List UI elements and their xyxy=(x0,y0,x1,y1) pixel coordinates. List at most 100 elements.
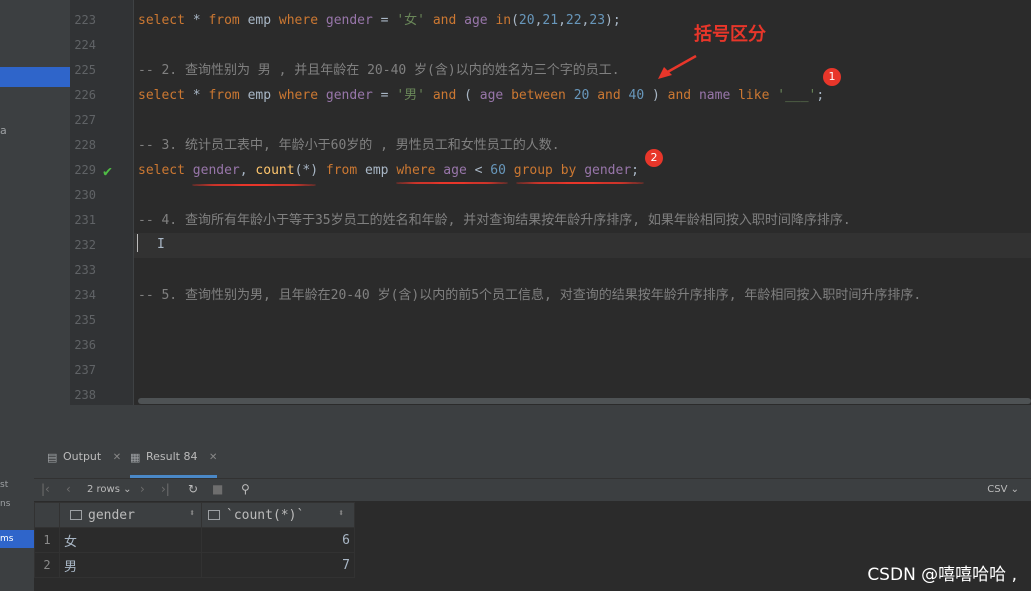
code-token: age xyxy=(479,88,512,103)
close-icon[interactable]: ✕ xyxy=(113,452,121,463)
output-icon: ▤ xyxy=(47,451,58,464)
cell-gender[interactable]: 男 xyxy=(59,552,202,578)
code-token: ); xyxy=(605,13,621,28)
refresh-icon[interactable]: ↻ xyxy=(188,482,198,496)
annotation-arrow-icon xyxy=(658,54,697,79)
code-token: from xyxy=(208,13,248,28)
sidebar-fragment: a xyxy=(0,124,7,137)
sidebar-fragment: ms xyxy=(0,534,14,544)
code-token: * xyxy=(192,13,209,28)
column-icon xyxy=(208,510,220,520)
annotation-note: 括号区分 xyxy=(694,24,766,45)
export-format-dropdown[interactable]: CSV ⌄ xyxy=(987,484,1019,495)
tab-label: Result 84 xyxy=(146,450,198,463)
line-number: 235 xyxy=(74,313,96,327)
code-token: count xyxy=(255,163,295,178)
sort-icon[interactable]: ⬍ xyxy=(189,508,195,519)
code-line[interactable] xyxy=(134,258,1031,283)
table-row[interactable]: 1 女 6 xyxy=(34,527,355,553)
row-count-dropdown[interactable]: 2 rows ⌄ xyxy=(87,484,132,495)
line-number: 232 xyxy=(74,238,96,252)
column-header-gender[interactable]: gender ⬍ xyxy=(59,502,202,528)
code-line[interactable]: -- 2. 查询性别为 男 , 并且年龄在 20-40 岁(含)以内的姓名为三个… xyxy=(134,58,1031,83)
code-token: and xyxy=(432,13,465,28)
horizontal-scrollbar[interactable] xyxy=(138,398,1031,404)
code-token: ( xyxy=(464,88,480,103)
column-header-count[interactable]: `count(*)` ⬍ xyxy=(201,502,355,528)
code-line-text: -- 2. 查询性别为 男 , 并且年龄在 20-40 岁(含)以内的姓名为三个… xyxy=(138,58,620,83)
code-line[interactable] xyxy=(134,183,1031,208)
line-number: 228 xyxy=(74,138,96,152)
code-token: and xyxy=(667,88,699,103)
code-line[interactable] xyxy=(134,358,1031,383)
code-line[interactable]: -- 3. 统计员工表中, 年龄小于60岁的 , 男性员工和女性员工的人数. xyxy=(134,133,1031,158)
code-token: gender xyxy=(192,163,240,178)
column-header-label: gender xyxy=(88,507,135,523)
row-number-header xyxy=(34,502,60,528)
table-row[interactable]: 2 男 7 xyxy=(34,552,355,578)
code-token: , xyxy=(239,163,256,178)
last-page-icon[interactable]: ›| xyxy=(161,482,170,496)
code-token: , xyxy=(558,13,566,28)
code-token: 22 xyxy=(565,13,582,28)
next-page-icon[interactable]: › xyxy=(140,482,145,496)
code-token: gender xyxy=(325,13,373,28)
close-icon[interactable]: ✕ xyxy=(209,452,217,463)
code-token: 20 xyxy=(573,88,598,103)
code-line[interactable] xyxy=(134,333,1031,358)
code-line-text: -- 4. 查询所有年龄小于等于35岁员工的姓名和年龄, 并对查询结果按年龄升序… xyxy=(138,208,851,233)
code-token: select xyxy=(138,163,193,178)
code-token: emp xyxy=(247,88,279,103)
code-line[interactable] xyxy=(134,233,1031,258)
pin-icon[interactable]: ⚲ xyxy=(241,482,250,496)
code-token: where xyxy=(278,88,326,103)
code-line[interactable]: -- 4. 查询所有年龄小于等于35岁员工的姓名和年龄, 并对查询结果按年龄升序… xyxy=(134,208,1031,233)
first-page-icon[interactable]: |‹ xyxy=(41,482,50,496)
code-line[interactable]: -- 5. 查询性别为男, 且年龄在20-40 岁(含)以内的前5个员工信息, … xyxy=(134,283,1031,308)
results-tab-bar: ▤ Output ✕ ▦ Result 84 ✕ xyxy=(34,450,1031,479)
code-line[interactable]: select * from emp where gender = '男' and… xyxy=(134,83,1031,108)
line-number: 226 xyxy=(74,88,96,102)
stop-icon[interactable]: ■ xyxy=(212,482,223,496)
code-token: select xyxy=(138,88,193,103)
annotation-badge-2: 2 xyxy=(645,149,663,167)
code-token: and xyxy=(432,88,465,103)
code-token: -- 3. 统计员工表中, 年龄小于60岁的 , 男性员工和女性员工的人数. xyxy=(138,138,560,153)
tab-output[interactable]: ▤ Output ✕ xyxy=(47,450,121,478)
sort-icon[interactable]: ⬍ xyxy=(338,508,344,519)
services-sidebar: st ns ms xyxy=(0,450,34,591)
previous-page-icon[interactable]: ‹ xyxy=(66,482,71,496)
code-token: = xyxy=(372,88,397,103)
cell-count[interactable]: 7 xyxy=(201,552,355,578)
tab-label: Output xyxy=(63,450,102,463)
tab-result[interactable]: ▦ Result 84 ✕ xyxy=(130,450,218,478)
code-token: ) xyxy=(644,88,668,103)
annotation-underline xyxy=(516,182,644,184)
code-token: 20 xyxy=(518,13,535,28)
text-caret xyxy=(137,234,138,252)
row-number: 2 xyxy=(34,552,60,578)
line-number: 229 xyxy=(74,163,96,177)
code-token: 60 xyxy=(490,163,506,178)
code-line-text: select gender, count(*) from emp where a… xyxy=(138,158,639,183)
code-token: emp xyxy=(365,163,397,178)
line-number: 227 xyxy=(74,113,96,127)
code-line-text: -- 3. 统计员工表中, 年龄小于60岁的 , 男性员工和女性员工的人数. xyxy=(138,133,560,158)
code-token: from xyxy=(208,88,248,103)
cell-count[interactable]: 6 xyxy=(201,527,355,553)
line-number: 237 xyxy=(74,363,96,377)
line-number: 234 xyxy=(74,288,96,302)
selected-tree-item[interactable] xyxy=(0,67,70,87)
annotation-underline xyxy=(396,182,508,184)
code-token: and xyxy=(597,88,629,103)
code-line[interactable] xyxy=(134,108,1031,133)
panel-divider[interactable] xyxy=(0,405,1031,450)
code-line[interactable] xyxy=(134,33,1031,58)
column-header-label: `count(*)` xyxy=(226,507,305,523)
code-line[interactable] xyxy=(134,308,1031,333)
cell-gender[interactable]: 女 xyxy=(59,527,202,553)
code-line[interactable]: select * from emp where gender = '女' and… xyxy=(134,8,1031,33)
code-line[interactable]: select gender, count(*) from emp where a… xyxy=(134,158,1031,183)
